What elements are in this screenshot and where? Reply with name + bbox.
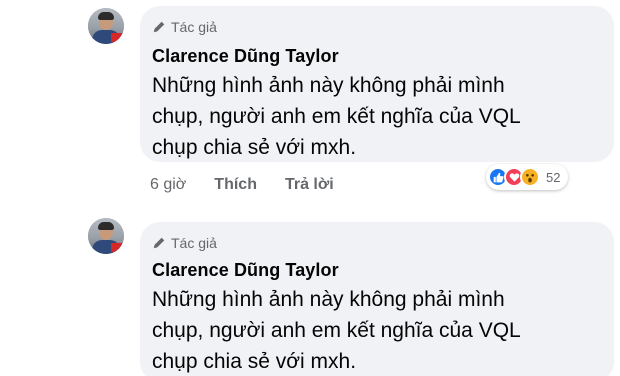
comment-text: Những hình ảnh này không phải mình chụp,…: [152, 284, 532, 376]
reaction-count: 52: [546, 169, 561, 185]
author-badge: Tác giả: [152, 18, 217, 36]
like-button[interactable]: Thích: [214, 176, 257, 194]
badge-label: Tác giả: [171, 235, 217, 251]
reaction-summary[interactable]: 52: [486, 164, 569, 190]
comment-line: Những hình ảnh này không phải mình: [152, 288, 505, 311]
timestamp[interactable]: 6 giờ: [150, 176, 186, 194]
badge-label: Tác giả: [171, 19, 217, 35]
comment-text: Những hình ảnh này không phải mình chụp,…: [152, 70, 532, 163]
pencil-icon: [153, 21, 165, 33]
author-badge: Tác giả: [152, 234, 217, 252]
avatar[interactable]: [88, 8, 124, 44]
comment-actions: 6 giờ Thích Trả lời: [150, 175, 334, 195]
comment-line: chụp chia sẻ với mxh.: [152, 136, 357, 159]
comment-line: Những hình ảnh này không phải mình: [152, 74, 505, 97]
comment-bubble: Tác giả Clarence Dũng Taylor Những hình …: [140, 6, 614, 162]
comment-line: chụp, người anh em kết nghĩa của VQL: [152, 105, 521, 128]
wow-icon: [520, 167, 540, 187]
author-name[interactable]: Clarence Dũng Taylor: [152, 46, 339, 67]
reply-button[interactable]: Trả lời: [285, 176, 334, 194]
comment-bubble: Tác giả Clarence Dũng Taylor Những hình …: [140, 222, 614, 376]
author-name[interactable]: Clarence Dũng Taylor: [152, 260, 339, 281]
avatar[interactable]: [88, 218, 124, 254]
comment-line: chụp chia sẻ với mxh.: [152, 350, 357, 373]
comment-line: chụp, người anh em kết nghĩa của VQL: [152, 319, 521, 342]
pencil-icon: [153, 237, 165, 249]
